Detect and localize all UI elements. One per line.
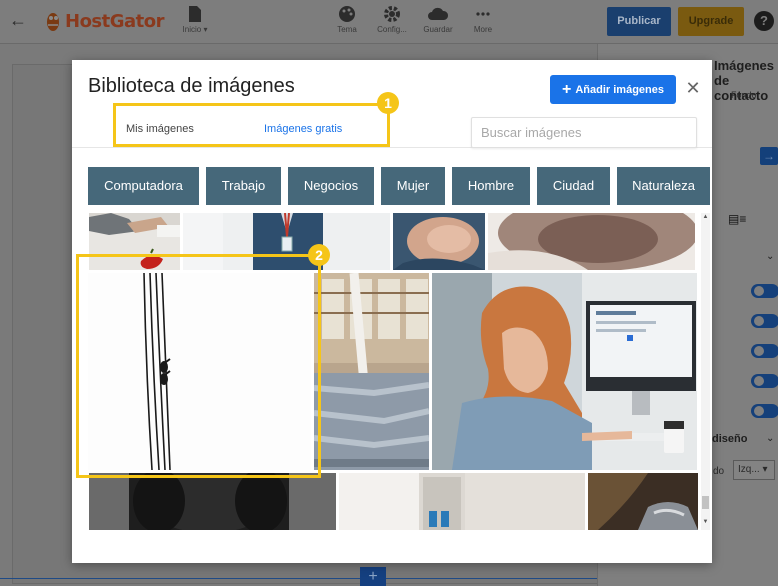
gallery-image[interactable] bbox=[339, 473, 585, 530]
hostgator-logo[interactable]: HostGator bbox=[44, 8, 165, 34]
back-arrow-icon[interactable]: ← bbox=[8, 10, 28, 30]
callout-box-2 bbox=[76, 254, 321, 478]
category-negocios[interactable]: Negocios bbox=[288, 167, 374, 205]
modal-title: Biblioteca de imágenes bbox=[88, 75, 295, 97]
library-papers-photo bbox=[314, 273, 429, 470]
category-computadora[interactable]: Computadora bbox=[88, 167, 199, 205]
align-left-icon[interactable]: ▤≡ bbox=[728, 212, 746, 226]
toolbar-more[interactable]: More bbox=[461, 5, 505, 34]
side-panel-label: do bbox=[713, 466, 725, 477]
toolbar-tema-label: Tema bbox=[337, 25, 357, 34]
toolbar-guardar-label: Guardar bbox=[423, 25, 453, 34]
toggle-switch[interactable] bbox=[751, 284, 778, 298]
toolbar-guardar[interactable]: Guardar bbox=[416, 5, 460, 34]
logo-text: HostGator bbox=[65, 10, 165, 32]
gallery-image[interactable] bbox=[432, 273, 697, 470]
scroll-down-arrow-icon[interactable]: ▼ bbox=[701, 518, 710, 527]
add-images-button[interactable]: + Añadir imágenes bbox=[550, 75, 676, 104]
gallery-scrollbar[interactable] bbox=[701, 213, 710, 530]
gator-logo-icon bbox=[47, 13, 59, 31]
alignment-select[interactable]: Izq... ▾ bbox=[733, 460, 775, 480]
gallery-image[interactable] bbox=[393, 213, 485, 270]
toggle-switch[interactable] bbox=[751, 404, 778, 418]
black-dog-photo bbox=[89, 473, 336, 530]
gallery-image[interactable] bbox=[588, 473, 698, 530]
chevron-down-icon[interactable]: ⌄ bbox=[766, 251, 774, 262]
gallery-image[interactable] bbox=[89, 473, 336, 530]
scrollbar-thumb[interactable] bbox=[702, 496, 709, 509]
help-icon[interactable]: ? bbox=[754, 11, 774, 31]
plus-icon: + bbox=[562, 80, 572, 98]
toolbar-config-label: Config... bbox=[377, 25, 407, 34]
add-images-label: Añadir imágenes bbox=[575, 83, 664, 96]
category-trabajo[interactable]: Trabajo bbox=[206, 167, 281, 205]
white-doorway-photo bbox=[339, 473, 585, 530]
toolbar-inicio[interactable]: Inicio ▾ bbox=[173, 5, 217, 34]
upgrade-button[interactable]: Upgrade bbox=[678, 7, 744, 36]
toolbar-config[interactable]: Config... bbox=[370, 5, 414, 34]
callout-box-1 bbox=[113, 103, 390, 147]
toggle-switch[interactable] bbox=[751, 374, 778, 388]
dark-outdoor-photo bbox=[588, 473, 698, 530]
search-input[interactable] bbox=[471, 117, 697, 148]
gallery-image[interactable] bbox=[314, 273, 429, 470]
toggle-switch[interactable] bbox=[751, 344, 778, 358]
palette-icon bbox=[339, 6, 355, 22]
callout-badge-1: 1 bbox=[377, 92, 399, 114]
toolbar-tema[interactable]: Tema bbox=[325, 5, 369, 34]
toolbar-more-label: More bbox=[473, 25, 493, 34]
alignment-select-value: Izq... bbox=[738, 464, 760, 475]
scroll-up-arrow-icon[interactable]: ▲ bbox=[701, 213, 710, 222]
category-mujer[interactable]: Mujer bbox=[381, 167, 445, 205]
sleeping-baby-photo bbox=[393, 213, 485, 270]
top-toolbar: ← HostGator Inicio ▾ Tema Config... Guar… bbox=[0, 0, 778, 44]
side-panel-diseno-heading: diseño bbox=[712, 433, 748, 445]
side-panel-tab-fondo[interactable]: Fondo bbox=[731, 90, 757, 100]
chevron-down-icon[interactable]: ⌄ bbox=[766, 433, 774, 444]
category-ciudad[interactable]: Ciudad bbox=[537, 167, 610, 205]
side-panel-arrow-icon[interactable]: → bbox=[760, 147, 778, 165]
woman-at-computer-photo bbox=[432, 273, 697, 470]
category-hombre[interactable]: Hombre bbox=[452, 167, 530, 205]
more-icon bbox=[476, 12, 490, 16]
gallery-image[interactable] bbox=[488, 213, 695, 270]
section-divider bbox=[0, 578, 597, 579]
dog-nose-photo bbox=[488, 213, 695, 270]
gear-icon bbox=[384, 6, 400, 22]
close-icon[interactable]: ✕ bbox=[685, 79, 701, 97]
toggle-switch[interactable] bbox=[751, 314, 778, 328]
publish-button[interactable]: Publicar bbox=[607, 7, 671, 36]
callout-badge-2: 2 bbox=[308, 244, 330, 266]
add-section-button[interactable]: + bbox=[360, 567, 386, 586]
cloud-icon bbox=[428, 7, 449, 20]
category-naturaleza[interactable]: Naturaleza bbox=[617, 167, 710, 205]
page-icon bbox=[189, 6, 201, 22]
toolbar-inicio-label: Inicio ▾ bbox=[182, 25, 208, 34]
